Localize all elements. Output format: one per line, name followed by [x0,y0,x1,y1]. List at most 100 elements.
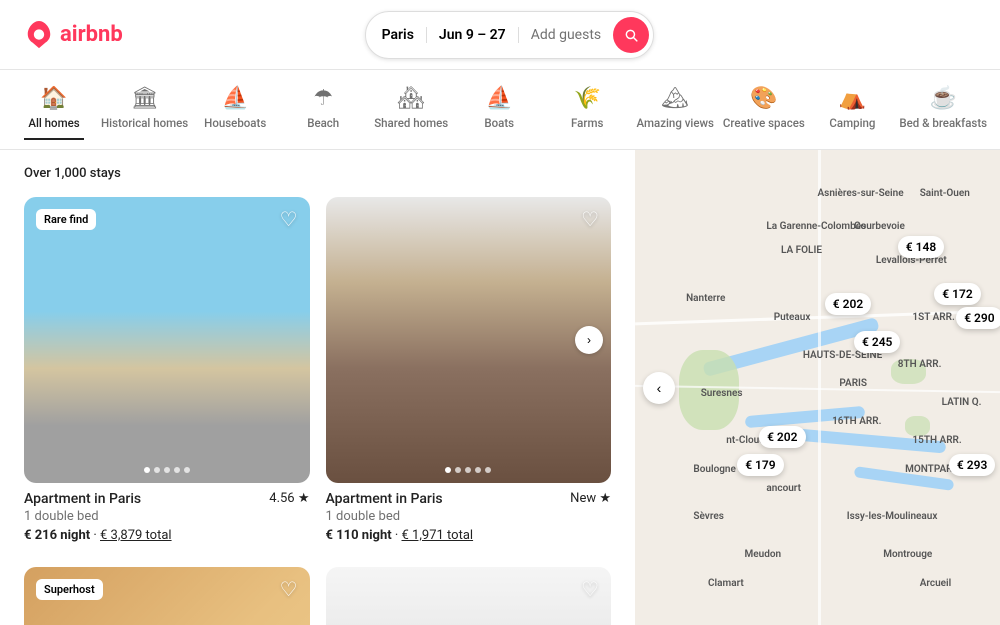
listing-image-4: ♡ [326,567,612,625]
nav-tabs: 🏠 All homes 🏛 Historical homes ⛵ Housebo… [0,70,1000,150]
map-label-25: LATIN Q. [942,397,982,408]
listing-price-2: € 110 night · € 1,971 total [326,528,612,543]
tab-amazing-views[interactable]: 🏔 Amazing views [645,80,705,140]
tab-farms[interactable]: 🌾 Farms [557,80,617,140]
search-button[interactable] [613,17,649,53]
listing-subtitle-2: 1 double bed [326,509,612,524]
logo-text: airbnb [60,22,123,47]
price-bubble-0[interactable]: € 148 [898,236,944,258]
dot-0 [445,467,451,473]
listing-photo-2 [326,197,612,483]
tab-label-camping: Camping [829,116,875,130]
dot-1 [455,467,461,473]
map-label-23: Clamart [708,578,744,589]
tab-icon-boats: ⛵ [486,88,513,110]
map-label-0: Asnières-sur-Seine [818,188,904,199]
main-content: Over 1,000 stays Rare find ♡ Apartment i… [0,150,1000,625]
listing-title-2: Apartment in Paris [326,491,443,507]
listing-card-2[interactable]: ♡ › Apartment in Paris New ★ 1 double be… [326,197,612,543]
stays-count: Over 1,000 stays [24,166,611,181]
search-icon [624,28,638,42]
tab-label-boats: Boats [484,116,514,130]
airbnb-logo-icon [24,20,54,50]
tab-icon-camping: ⛺ [839,88,866,110]
listing-card-1[interactable]: Rare find ♡ Apartment in Paris 4.56 ★ 1 … [24,197,310,543]
tab-bed-breakfasts[interactable]: ☕ Bed & breakfasts [910,80,976,140]
listing-image-1: Rare find ♡ [24,197,310,483]
map-collapse-button[interactable]: ‹ [643,372,675,404]
listing-title-row-2: Apartment in Paris New ★ [326,491,612,507]
tab-label-beach: Beach [307,116,339,130]
map-label-10: PARIS [839,378,867,389]
listing-info-2: Apartment in Paris New ★ 1 double bed € … [326,483,612,543]
listing-price-1: € 216 night · € 3,879 total [24,528,310,543]
map-label-14: 15TH ARR. [912,435,961,446]
search-guests[interactable]: Add guests [519,27,613,43]
listing-title-row-1: Apartment in Paris 4.56 ★ [24,491,310,507]
listing-subtitle-1: 1 double bed [24,509,310,524]
map-label-16: Boulogne [693,464,736,475]
search-bar[interactable]: Paris Jun 9 – 27 Add guests [365,11,655,59]
favorite-button-4[interactable]: ♡ [581,577,599,602]
dot-0 [144,467,150,473]
map-label-12: Suresnes [701,388,743,399]
dot-2 [164,467,170,473]
tab-label-shared-homes: Shared homes [374,116,448,130]
listing-image-3: Superhost ♡ [24,567,310,625]
search-location[interactable]: Paris [382,27,427,43]
price-bubble-5[interactable]: € 202 [759,426,805,448]
price-bubble-7[interactable]: € 293 [949,454,995,476]
tab-label-creative-spaces: Creative spaces [723,116,805,130]
listing-rating-1: 4.56 ★ [269,491,309,506]
tab-icon-beach: ☂ [313,88,333,110]
map-label-3: Courbevoie [854,221,905,232]
listings-grid: Rare find ♡ Apartment in Paris 4.56 ★ 1 … [24,197,611,625]
price-bubble-3[interactable]: € 245 [854,331,900,353]
tab-label-amazing-views: Amazing views [636,116,714,130]
dot-2 [465,467,471,473]
tab-icon-shared-homes: 🏘 [397,88,425,110]
listing-card-3[interactable]: Superhost ♡ Apartment in Paris 1 double … [24,567,310,625]
map-label-17: ancourt [766,483,801,494]
dot-3 [174,467,180,473]
price-bubble-4[interactable]: € 290 [956,307,1000,329]
map-panel: ‹ Asnières-sur-SeineSaint-OuenLa Garenne… [635,150,1000,625]
price-bubble-2[interactable]: € 172 [934,283,980,305]
listing-image-2: ♡ › [326,197,612,483]
tab-all-homes[interactable]: 🏠 All homes [24,80,84,140]
price-bubble-1[interactable]: € 202 [825,293,871,315]
map-label-21: Meudon [745,549,782,560]
tab-label-bed-breakfasts: Bed & breakfasts [899,116,987,130]
map-label-13: 16TH ARR. [832,416,881,427]
dot-1 [154,467,160,473]
tab-beach[interactable]: ☂ Beach [293,80,353,140]
tab-icon-creative-spaces: 🎨 [750,88,777,110]
image-dots-2 [445,467,491,473]
total-price-link-1[interactable]: € 3,879 total [100,528,172,543]
search-dates[interactable]: Jun 9 – 27 [427,27,519,43]
tab-creative-spaces[interactable]: 🎨 Creative spaces [733,80,794,140]
tab-camping[interactable]: ⛺ Camping [822,80,882,140]
next-image-button[interactable]: › [575,326,603,354]
tab-houseboats[interactable]: ⛵ Houseboats [205,80,265,140]
logo[interactable]: airbnb [24,20,123,50]
listing-rating-2: New ★ [570,491,611,506]
favorite-button-3[interactable]: ♡ [280,577,298,602]
listing-card-4[interactable]: ♡ Apartment in Paris 1 double bed [326,567,612,625]
total-price-link-2[interactable]: € 1,971 total [402,528,474,543]
tab-historical-homes[interactable]: 🏛 Historical homes [112,80,177,140]
listing-info-1: Apartment in Paris 4.56 ★ 1 double bed €… [24,483,310,543]
tab-label-historical-homes: Historical homes [101,116,188,130]
image-dots-1 [144,467,190,473]
favorite-button-2[interactable]: ♡ [581,207,599,232]
map-label-24: Arcueil [920,578,952,589]
map-label-2: La Garenne-Colombes [766,221,866,232]
favorite-button-1[interactable]: ♡ [280,207,298,232]
park-3 [905,416,930,436]
price-bubble-6[interactable]: € 179 [737,454,783,476]
map-label-22: Montrouge [883,549,932,560]
tab-shared-homes[interactable]: 🏘 Shared homes [381,80,441,140]
dot-4 [184,467,190,473]
tab-boats[interactable]: ⛵ Boats [469,80,529,140]
map-label-4: LA FOLIE [781,245,822,256]
